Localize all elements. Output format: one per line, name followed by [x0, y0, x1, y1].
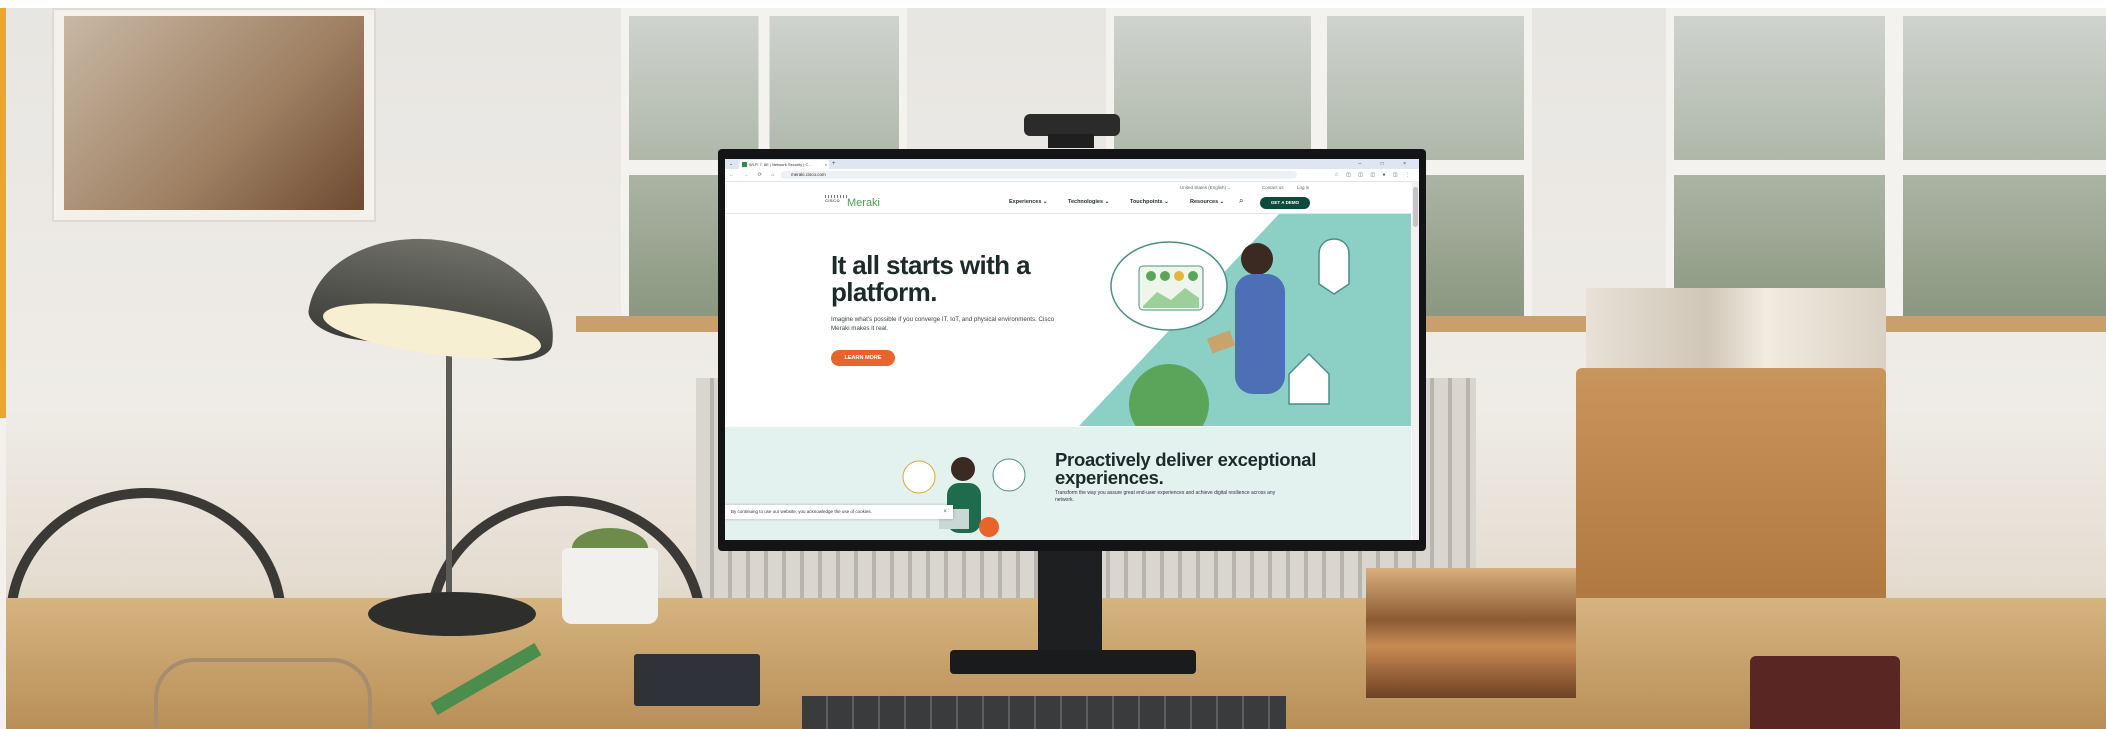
- close-icon[interactable]: ×: [943, 505, 947, 519]
- keyboard: [802, 696, 1286, 729]
- meraki-favicon-icon: [742, 162, 747, 168]
- monitor-stand: [1038, 548, 1102, 658]
- nav-resources[interactable]: Resources ⌄: [1190, 199, 1224, 205]
- contact-link[interactable]: Contact us: [1262, 185, 1284, 190]
- wall-art-frame: [52, 8, 376, 222]
- browser-screen: ⌄ Wi-Fi 7, 6E | Network Security | C... …: [725, 159, 1419, 540]
- cookie-text: By continuing to use our website, you ac…: [731, 509, 872, 514]
- monitor: ⌄ Wi-Fi 7, 6E | Network Security | C... …: [718, 149, 1426, 551]
- navigation-buttons[interactable]: ← → ⟳ ⌂: [729, 169, 778, 181]
- utility-nav: United States (English) ⌄ Contact us Log…: [725, 183, 1419, 193]
- get-a-demo-button[interactable]: GET A DEMO: [1260, 197, 1310, 209]
- url-field[interactable]: meraki.cisco.com: [781, 171, 1297, 179]
- extension-icons[interactable]: ☆ ◫ ◫ ◫ ● ◫ ⋮: [1334, 171, 1413, 179]
- experiences-section: Proactively deliver exceptional experien…: [725, 427, 1411, 540]
- webcam: [1024, 114, 1120, 136]
- window-controls[interactable]: – □ ×: [1359, 159, 1416, 169]
- hero-section: It all starts with a platform. Imagine w…: [725, 214, 1411, 426]
- tab-bar: ⌄ Wi-Fi 7, 6E | Network Security | C... …: [725, 159, 1419, 169]
- section-description: Transform the way you assure great end-u…: [1055, 490, 1276, 503]
- browser-tab[interactable]: Wi-Fi 7, 6E | Network Security | C... ×: [739, 160, 829, 169]
- address-bar-row: ← → ⟳ ⌂ meraki.cisco.com ☆ ◫ ◫ ◫ ● ◫ ⋮: [725, 169, 1419, 182]
- hero-illustration: [1079, 214, 1411, 426]
- nav-experiences[interactable]: Experiences ⌄: [1009, 199, 1048, 205]
- eyeglasses: [154, 658, 372, 729]
- office-background-photo: ⌄ Wi-Fi 7, 6E | Network Security | C... …: [6, 8, 2106, 729]
- section-title: Proactively deliver exceptional experien…: [1055, 449, 1317, 488]
- coffee-mug: [1750, 656, 1900, 729]
- hero-description: Imagine what's possible if you converge …: [831, 316, 1055, 332]
- cisco-logo-text[interactable]: CISCO: [825, 198, 840, 203]
- search-icon[interactable]: ⌕: [1239, 196, 1243, 206]
- plant-pot: [562, 548, 658, 624]
- scrollbar[interactable]: [1412, 181, 1419, 540]
- tab-title: Wi-Fi 7, 6E | Network Security | C...: [749, 162, 812, 167]
- scrollbar-thumb[interactable]: [1413, 187, 1418, 227]
- tab-close-icon[interactable]: ×: [825, 160, 827, 169]
- main-nav: CISCO Meraki Experiences ⌄ Technologies …: [725, 193, 1419, 214]
- nav-touchpoints[interactable]: Touchpoints ⌄: [1130, 199, 1169, 205]
- webcam-clip: [1048, 134, 1094, 148]
- login-link[interactable]: Log in: [1297, 185, 1309, 190]
- learn-more-button[interactable]: LEARN MORE: [831, 350, 895, 366]
- lamp-stem: [446, 348, 452, 598]
- cookie-banner: By continuing to use our website, you ac…: [725, 505, 953, 519]
- book-stack: [1366, 568, 1576, 698]
- hero-title: It all starts with a platform.: [831, 250, 1031, 307]
- language-selector[interactable]: United States (English) ⌄: [1180, 185, 1231, 191]
- notebook: [634, 654, 760, 706]
- window-right: [1666, 8, 2106, 324]
- desk-lamp-base: [368, 592, 536, 636]
- tab-search-button[interactable]: ⌄: [729, 159, 733, 169]
- meraki-logo[interactable]: Meraki: [847, 197, 880, 209]
- monitor-stand-base: [950, 650, 1196, 674]
- experiences-illustration: [902, 457, 1026, 537]
- nav-technologies[interactable]: Technologies ⌄: [1068, 199, 1109, 205]
- new-tab-button[interactable]: +: [832, 159, 836, 169]
